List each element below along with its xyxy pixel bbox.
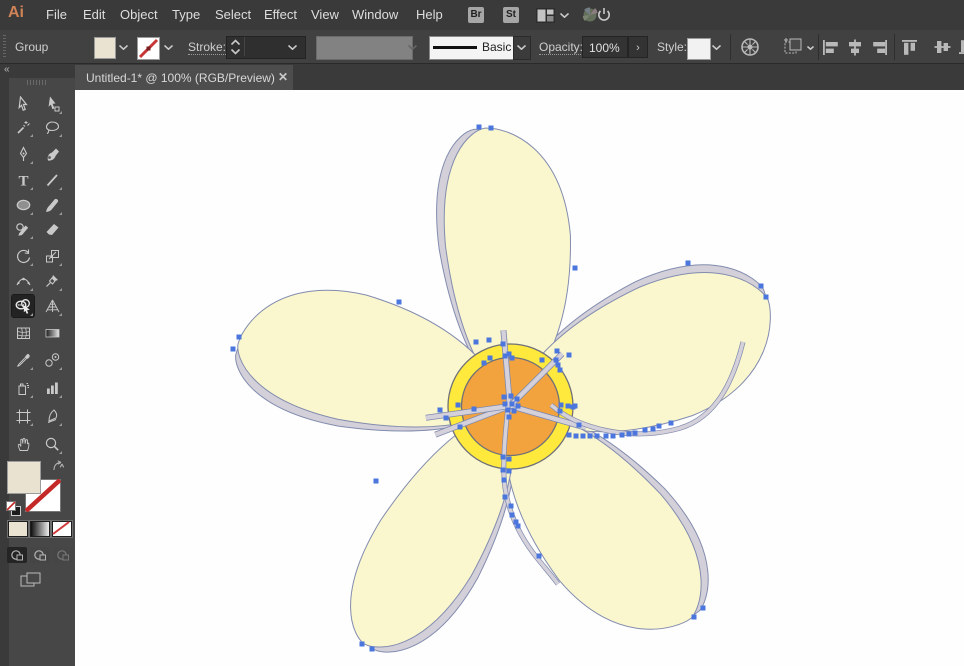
svg-text:T: T (18, 173, 28, 189)
